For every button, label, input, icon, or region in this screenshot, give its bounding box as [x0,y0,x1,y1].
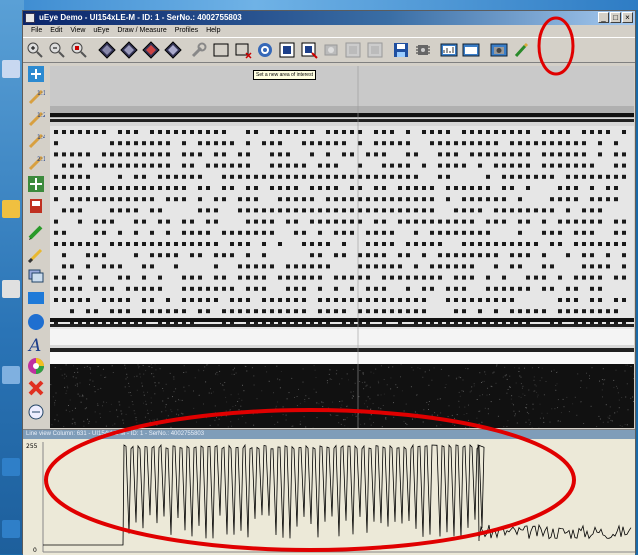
grey-square-icon[interactable] [344,41,362,59]
text-a-icon[interactable]: A [27,335,45,353]
delete-x-icon[interactable] [27,379,45,397]
camera-icon[interactable] [490,41,508,59]
desktop-shortcut-icon[interactable] [2,520,20,538]
image-dark-region [50,364,634,428]
line-view-title[interactable]: Line view Column: 631 - UI154xLE-M - ID:… [23,430,635,439]
blue-square-icon[interactable] [278,41,296,59]
main-toolbar [23,37,635,63]
svg-text:1:4: 1:4 [37,134,45,141]
scale-1-4-icon[interactable]: 1:4 [27,131,45,149]
target-icon[interactable] [256,41,274,59]
desktop-shortcut-icon[interactable] [2,366,20,384]
menu-bar: File Edit View uEye Draw / Measure Profi… [23,25,635,37]
wrench-icon[interactable] [190,41,208,59]
menu-help[interactable]: Help [202,25,224,37]
aoi-square-icon[interactable] [300,41,318,59]
menu-view[interactable]: View [66,25,89,37]
chip-icon[interactable] [414,41,432,59]
left-toolbar: 1:1 1:2 1:4 2:1 A [23,63,49,423]
camera-image-view[interactable] [50,66,634,428]
desktop-shortcut-icon[interactable] [2,280,20,298]
pen-icon[interactable] [512,41,530,59]
brush-icon[interactable] [27,245,45,263]
diamond-icon-3[interactable] [142,41,160,59]
close-button[interactable]: × [622,12,633,23]
maximize-button[interactable]: □ [610,12,621,23]
chart-icon[interactable] [440,41,458,59]
image-white-band [50,352,634,364]
minimize-button[interactable]: _ [598,12,609,23]
scale-2-1-icon[interactable]: 2:1 [27,153,45,171]
desktop-shortcut-icon[interactable] [2,60,20,78]
menu-ueye[interactable]: uEye [89,25,113,37]
line-profile-plot: 255 0 [23,439,635,555]
cross-icon[interactable] [27,175,45,193]
menu-file[interactable]: File [27,25,46,37]
pencil-icon[interactable] [27,223,45,241]
toolbar-tooltip: Set a new area of interest [253,70,316,80]
diamond-icon-2[interactable] [120,41,138,59]
save-red-icon[interactable] [27,197,45,215]
title-bar[interactable]: uEye Demo - UI154xLE-M - ID: 1 - SerNo.:… [23,11,635,25]
desktop-shortcut-icon[interactable] [2,458,20,476]
diamond-icon-1[interactable] [98,41,116,59]
window-icon[interactable] [462,41,480,59]
scale-1-2-icon[interactable]: 1:2 [27,109,45,127]
y-min-label: 0 [33,547,37,554]
save-grey-icon[interactable] [322,41,340,59]
rectangle-fill-icon[interactable] [27,289,45,307]
grid-icon[interactable] [27,65,45,83]
window-title: uEye Demo - UI154xLE-M - ID: 1 - SerNo.:… [39,11,242,25]
save-icon[interactable] [392,41,410,59]
zoom-out-icon[interactable] [48,41,66,59]
menu-draw-measure[interactable]: Draw / Measure [113,25,170,37]
zoom-in-icon[interactable] [26,41,44,59]
app-icon [25,13,35,23]
svg-text:1:2: 1:2 [37,112,45,119]
desktop-shortcut-icon[interactable] [2,200,20,218]
app-window: uEye Demo - UI154xLE-M - ID: 1 - SerNo.:… [22,10,636,554]
scale-1-1-icon[interactable]: 1:1 [27,87,45,105]
diamond-icon-4[interactable] [164,41,182,59]
layers-icon[interactable] [27,267,45,285]
camera-image [50,66,634,428]
menu-edit[interactable]: Edit [46,25,66,37]
y-max-label: 255 [26,443,38,450]
dot-row [70,309,618,313]
menu-profiles[interactable]: Profiles [171,25,202,37]
circle-icon[interactable] [27,313,45,331]
zoom-fit-icon[interactable] [70,41,88,59]
grey-square-icon-2[interactable] [366,41,384,59]
image-top-bright [50,66,634,106]
rectangle-cut-icon[interactable] [234,41,252,59]
svg-text:A: A [27,336,41,353]
line-view-window: Line view Column: 631 - UI154xLE-M - ID:… [23,429,635,555]
rectangle-icon[interactable] [212,41,230,59]
svg-text:1:1: 1:1 [37,90,45,97]
desktop-background-top [0,0,638,10]
svg-text:2:1: 2:1 [37,156,45,163]
color-wheel-icon[interactable] [27,357,45,375]
desktop-background [0,0,24,554]
magnifier-icon[interactable] [27,403,45,421]
